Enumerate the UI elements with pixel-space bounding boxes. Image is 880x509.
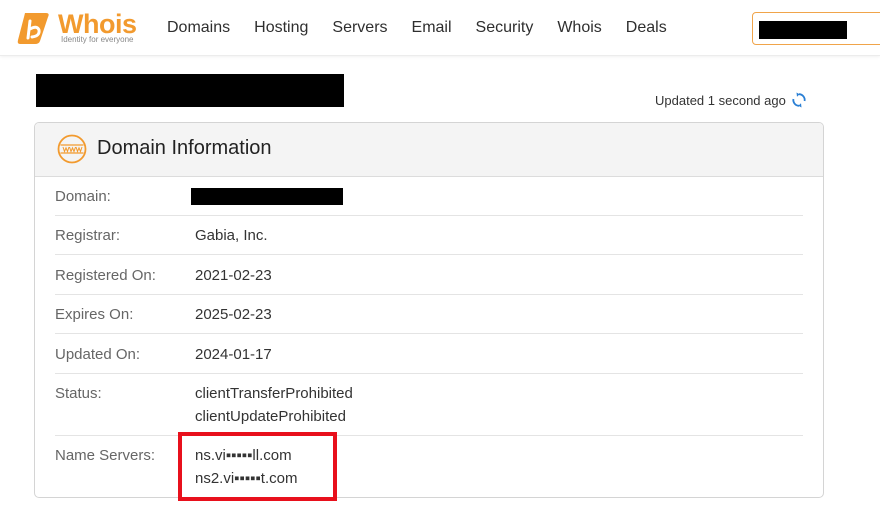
www-icon <box>57 134 87 164</box>
search-box[interactable] <box>752 12 880 45</box>
row-domain: Domain: <box>55 177 803 216</box>
nav-item-servers[interactable]: Servers <box>320 19 399 37</box>
registered-on-value: 2021-02-23 <box>195 267 272 284</box>
row-label: Name Servers: <box>55 447 156 464</box>
expires-on-value: 2025-02-23 <box>195 306 272 323</box>
name-server-value: ns2.vi▪▪▪▪▪t.com <box>195 470 298 487</box>
whois-logo-icon <box>17 13 49 44</box>
row-label: Registrar: <box>55 227 121 244</box>
card-header: Domain Information <box>35 123 823 177</box>
search-input[interactable] <box>759 21 847 39</box>
whois-logo[interactable]: Whois Identity for everyone <box>16 9 142 46</box>
row-name-servers: Name Servers: ns.vi▪▪▪▪▪ll.com ns2.vi▪▪▪… <box>55 436 803 497</box>
row-label: Registered On: <box>55 267 156 284</box>
row-registered-on: Registered On: 2021-02-23 <box>55 255 803 295</box>
registrar-value: Gabia, Inc. <box>195 227 268 244</box>
nav-item-hosting[interactable]: Hosting <box>242 19 320 37</box>
row-updated-on: Updated On: 2024-01-17 <box>55 334 803 374</box>
domain-value-redacted <box>191 188 343 205</box>
updated-on-value: 2024-01-17 <box>195 346 272 363</box>
main-nav: Domains Hosting Servers Email Security W… <box>155 0 679 56</box>
updated-status: Updated 1 second ago <box>655 92 807 108</box>
info-rows: Domain: Registrar: Gabia, Inc. Registere… <box>35 177 823 497</box>
row-label: Domain: <box>55 188 111 205</box>
row-label: Expires On: <box>55 306 134 323</box>
status-value: clientUpdateProhibited <box>195 408 346 425</box>
row-status: Status: clientTransferProhibited clientU… <box>55 374 803 436</box>
nav-item-domains[interactable]: Domains <box>155 19 242 37</box>
status-value: clientTransferProhibited <box>195 385 353 402</box>
nav-item-deals[interactable]: Deals <box>614 19 679 37</box>
updated-text: Updated 1 second ago <box>655 92 786 108</box>
row-label: Status: <box>55 385 102 402</box>
refresh-icon[interactable] <box>791 92 807 108</box>
logo-tagline: Identity for everyone <box>61 35 134 44</box>
name-server-value: ns.vi▪▪▪▪▪ll.com <box>195 447 292 464</box>
name-server-values: ns.vi▪▪▪▪▪ll.com ns2.vi▪▪▪▪▪t.com <box>195 444 297 490</box>
status-values: clientTransferProhibited clientUpdatePro… <box>195 382 353 428</box>
domain-title-redacted <box>36 74 344 107</box>
nav-item-security[interactable]: Security <box>464 19 546 37</box>
row-label: Updated On: <box>55 346 141 363</box>
top-navbar: Whois Identity for everyone Domains Host… <box>0 0 880 56</box>
row-expires-on: Expires On: 2025-02-23 <box>55 295 803 334</box>
card-title: Domain Information <box>97 137 272 159</box>
nav-item-email[interactable]: Email <box>400 19 464 37</box>
domain-information-card: Domain Information Domain: Registrar: Ga… <box>34 122 824 498</box>
nav-item-whois[interactable]: Whois <box>545 19 613 37</box>
row-registrar: Registrar: Gabia, Inc. <box>55 216 803 255</box>
